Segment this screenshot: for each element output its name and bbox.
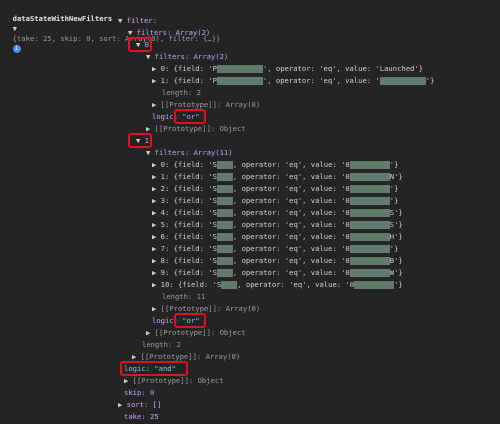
- expand-arrow-icon[interactable]: ▶: [132, 352, 141, 361]
- filter-item[interactable]: ▶ 8: {field: 'S, operator: 'eq', value: …: [152, 256, 403, 266]
- skip-entry: skip: 0: [124, 388, 155, 397]
- redacted-region: [216, 173, 233, 181]
- redacted-region: [216, 209, 233, 217]
- redacted-region: [216, 65, 263, 73]
- expand-arrow-icon[interactable]: ▶: [152, 196, 161, 205]
- highlight-box-group0: [128, 37, 152, 52]
- redacted-region: [349, 209, 390, 217]
- redacted-region: [349, 185, 390, 193]
- length-entry: length: 2: [142, 340, 181, 349]
- filter-item[interactable]: ▶ 7: {field: 'S, operator: 'eq', value: …: [152, 244, 398, 254]
- redacted-region: [216, 161, 233, 169]
- redacted-region: [349, 161, 390, 169]
- redacted-region: [349, 173, 390, 181]
- redacted-region: [216, 257, 233, 265]
- tree-node-prototype[interactable]: ▶ [[Prototype]]: Array(0): [152, 100, 260, 110]
- expand-arrow-icon[interactable]: ▶: [118, 400, 127, 409]
- tree-node-prototype[interactable]: ▶ [[Prototype]]: Object: [124, 376, 224, 386]
- redacted-region: [216, 269, 233, 277]
- filter-item[interactable]: ▶ 5: {field: 'S, operator: 'eq', value: …: [152, 220, 403, 230]
- tree-node-sort[interactable]: ▶ sort: []: [118, 400, 161, 410]
- expand-arrow-icon[interactable]: ▶: [152, 232, 161, 241]
- highlight-box-logic-or: [174, 313, 206, 328]
- tree-node-prototype[interactable]: ▶ [[Prototype]]: Array(0): [152, 304, 260, 314]
- expand-arrow-icon[interactable]: ▶: [152, 220, 161, 229]
- expand-arrow-icon[interactable]: ▶: [152, 172, 161, 181]
- filter-item[interactable]: ▶ 2: {field: 'S, operator: 'eq', value: …: [152, 184, 398, 194]
- expand-arrow-icon[interactable]: ▶: [146, 328, 155, 337]
- info-icon[interactable]: i: [12, 45, 21, 53]
- filter-item[interactable]: ▶ 9: {field: 'S, operator: 'eq', value: …: [152, 268, 403, 278]
- redacted-region: [349, 245, 390, 253]
- expand-arrow-icon[interactable]: ▶: [152, 184, 161, 193]
- redacted-region: [221, 281, 238, 289]
- expand-arrow-icon[interactable]: ▶: [152, 100, 161, 109]
- redacted-region: [216, 245, 233, 253]
- expand-arrow-icon[interactable]: ▶: [152, 304, 161, 313]
- expand-arrow-icon[interactable]: ▶: [152, 256, 161, 265]
- filter-item[interactable]: ▶ 1: {field: 'S, operator: 'eq', value: …: [152, 172, 403, 182]
- expand-arrow-icon[interactable]: ▶: [152, 208, 161, 217]
- filter-item[interactable]: ▶ 10: {field: 'S, operator: 'eq', value:…: [152, 280, 403, 290]
- tree-node-filter[interactable]: ▼ filter:: [118, 16, 157, 26]
- filter-item[interactable]: ▶ 4: {field: 'S, operator: 'eq', value: …: [152, 208, 403, 218]
- redacted-region: [216, 221, 233, 229]
- redacted-region: [349, 269, 390, 277]
- take-entry: take: 25: [124, 412, 159, 421]
- filter-item[interactable]: ▶ 0: {field: 'S, operator: 'eq', value: …: [152, 160, 398, 170]
- redacted-region: [349, 233, 390, 241]
- redacted-region: [349, 221, 390, 229]
- filter-item[interactable]: ▶ 6: {field: 'S, operator: 'eq', value: …: [152, 232, 403, 242]
- tree-node-group1-filters[interactable]: ▼ filters: Array(11): [146, 148, 233, 158]
- root-line[interactable]: dataStateWithNewFilters ▼ {take: 25, ski…: [4, 4, 220, 53]
- expand-arrow-icon[interactable]: ▶: [146, 124, 155, 133]
- redacted-region: [216, 233, 233, 241]
- expand-arrow-icon[interactable]: ▶: [152, 64, 161, 73]
- redacted-region: [216, 185, 233, 193]
- redacted-region: [216, 77, 263, 85]
- expand-arrow-icon[interactable]: ▼: [118, 16, 127, 25]
- expand-arrow-icon[interactable]: ▶: [152, 160, 161, 169]
- redacted-region: [354, 281, 395, 289]
- filter-item[interactable]: ▶ 1: {field: 'P ', operator: 'eq', value:…: [152, 76, 434, 86]
- tree-node-prototype[interactable]: ▶ [[Prototype]]: Object: [146, 124, 246, 134]
- redacted-region: [349, 197, 390, 205]
- expand-arrow-icon[interactable]: ▼: [13, 24, 17, 33]
- expand-arrow-icon[interactable]: ▶: [152, 268, 161, 277]
- expand-arrow-icon[interactable]: ▶: [152, 244, 161, 253]
- redacted-region: [216, 197, 233, 205]
- expand-arrow-icon[interactable]: ▼: [146, 52, 155, 61]
- expand-arrow-icon[interactable]: ▶: [152, 76, 161, 85]
- filter-item[interactable]: ▶ 3: {field: 'S, operator: 'eq', value: …: [152, 196, 398, 206]
- expand-arrow-icon[interactable]: ▶: [124, 376, 133, 385]
- tree-node-group0-filters[interactable]: ▼ filters: Array(2): [146, 52, 228, 62]
- filter-item[interactable]: ▶ 0: {field: 'P ', operator: 'eq', value:…: [152, 64, 423, 74]
- length-entry: length: 11: [162, 292, 206, 301]
- root-variable-name: dataStateWithNewFilters: [12, 14, 113, 23]
- tree-node-prototype[interactable]: ▶ [[Prototype]]: Object: [146, 328, 246, 338]
- expand-arrow-icon[interactable]: ▼: [146, 148, 155, 157]
- highlight-box-logic-or: [174, 109, 206, 124]
- redacted-region: [379, 77, 426, 85]
- expand-arrow-icon[interactable]: ▶: [152, 280, 161, 289]
- highlight-box-group1: [128, 133, 152, 148]
- highlight-box-logic-and: [120, 361, 188, 376]
- expand-arrow-icon[interactable]: ▼: [128, 28, 137, 37]
- redacted-region: [349, 257, 390, 265]
- length-entry: length: 2: [162, 88, 201, 97]
